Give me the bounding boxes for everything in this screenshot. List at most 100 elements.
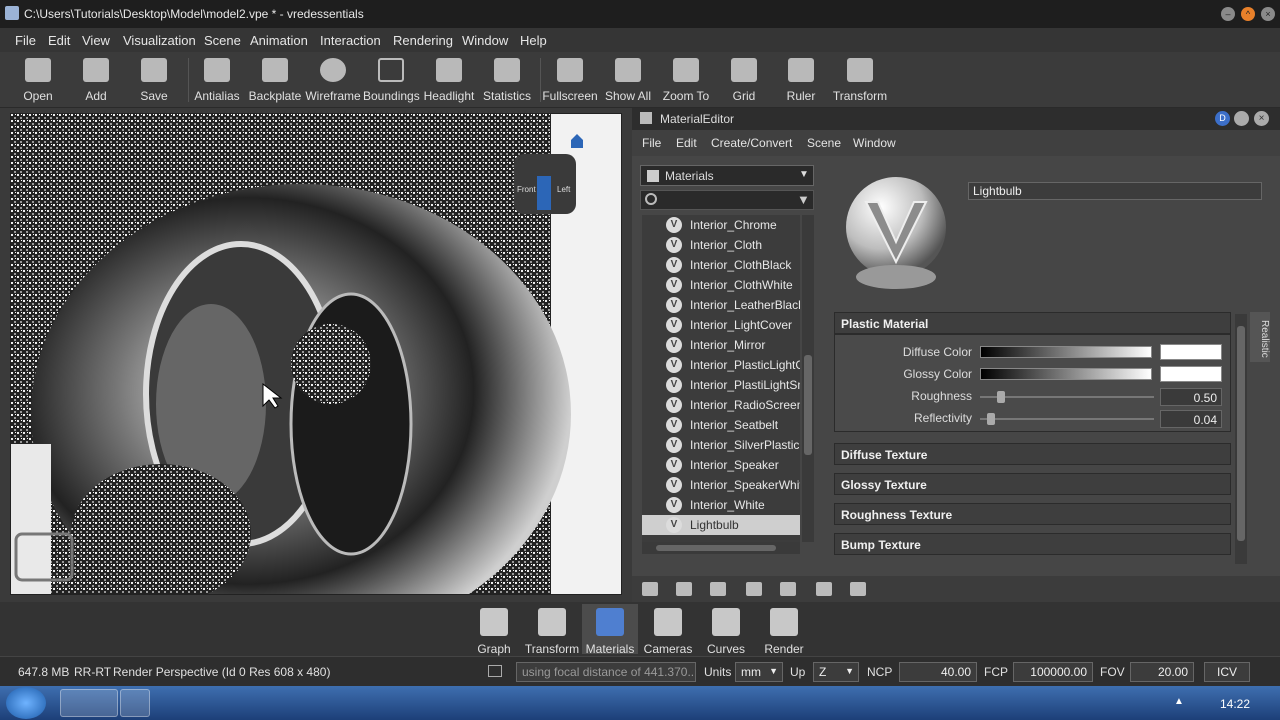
tray-chevron-icon[interactable]: ▲ [1174, 696, 1184, 707]
transform-dock-button[interactable]: Transform [524, 604, 580, 656]
antialias-button[interactable]: Antialias [189, 54, 245, 104]
boundings-button[interactable]: Boundings [363, 54, 420, 104]
materials-button[interactable]: Materials [582, 604, 638, 656]
transform-button[interactable]: Transform [832, 54, 888, 104]
list-item[interactable]: V Interior_PlasticLightG [642, 355, 800, 375]
statistics-button[interactable]: Statistics [479, 54, 535, 104]
roughness-value[interactable]: 0.50 [1160, 388, 1222, 406]
list-item[interactable]: V Interior_SilverPlasticS [642, 435, 800, 455]
close-icon[interactable]: × [1261, 7, 1275, 21]
menu-scene[interactable]: Scene [204, 33, 241, 48]
find-icon[interactable] [746, 582, 762, 596]
taskbar-app-vred[interactable] [60, 689, 118, 717]
list-item[interactable]: V Interior_Cloth [642, 235, 800, 255]
list-item[interactable]: V Interior_Mirror [642, 335, 800, 355]
glossy-color-swatch[interactable] [1160, 366, 1222, 382]
roughness-slider[interactable] [980, 391, 1154, 403]
headlight-button[interactable]: Headlight [421, 54, 477, 104]
maximize-icon[interactable]: ^ [1241, 7, 1255, 21]
filter-icon[interactable]: ▼ [797, 192, 810, 207]
folder-icon[interactable] [780, 582, 796, 596]
materials-selector[interactable]: Materials ▼ [640, 165, 814, 186]
matmenu-file[interactable]: File [642, 136, 661, 150]
cameras-button[interactable]: Cameras [640, 604, 696, 656]
menu-rendering[interactable]: Rendering [393, 33, 453, 48]
material-name-input[interactable]: Lightbulb [968, 182, 1262, 200]
panel-close-icon[interactable]: × [1254, 111, 1269, 126]
list-item[interactable]: V Interior_ClothBlack [642, 255, 800, 275]
ncp-input[interactable]: 40.00 [899, 662, 977, 682]
roughness-slider-knob[interactable] [996, 391, 1005, 403]
list-item[interactable]: V Interior_RadioScreen [642, 395, 800, 415]
material-list-scrollbar[interactable] [802, 215, 814, 542]
properties-scrollbar-thumb[interactable] [1237, 326, 1245, 541]
render-button[interactable]: Render [756, 604, 812, 656]
backplate-button[interactable]: Backplate [247, 54, 303, 104]
list-item-selected[interactable]: V Lightbulb [642, 515, 800, 535]
list-item[interactable]: V Interior_PlastiLightSm [642, 375, 800, 395]
reflectivity-slider-knob[interactable] [986, 413, 995, 425]
menu-help[interactable]: Help [520, 33, 547, 48]
apply-icon[interactable] [816, 582, 832, 596]
tree-icon[interactable] [710, 582, 726, 596]
menu-window[interactable]: Window [462, 33, 508, 48]
menu-animation[interactable]: Animation [250, 33, 308, 48]
fullscreen-button[interactable]: Fullscreen [542, 54, 598, 104]
matmenu-window[interactable]: Window [853, 136, 896, 150]
list-item[interactable]: V Interior_LeatherBlack [642, 295, 800, 315]
diffuse-color-swatch[interactable] [1160, 344, 1222, 360]
realistic-tab[interactable]: Realistic [1250, 312, 1270, 362]
list-item[interactable]: V Interior_Chrome [642, 215, 800, 235]
up-axis-select[interactable]: Z ▼ [813, 662, 859, 682]
wireframe-button[interactable]: Wireframe [305, 54, 361, 104]
ruler-button[interactable]: Ruler [773, 54, 829, 104]
plastic-material-header[interactable]: Plastic Material [834, 312, 1231, 334]
curves-button[interactable]: Curves [698, 604, 754, 656]
glossy-color-gradient[interactable] [980, 368, 1152, 380]
scrollbar-thumb[interactable] [804, 355, 812, 455]
list-item[interactable]: V Interior_Seatbelt [642, 415, 800, 435]
matmenu-create-convert[interactable]: Create/Convert [711, 136, 792, 150]
console-icon[interactable] [488, 665, 502, 677]
reflectivity-value[interactable]: 0.04 [1160, 410, 1222, 428]
list-item[interactable]: V Interior_LightCover [642, 315, 800, 335]
list-item[interactable]: V Interior_ClothWhite [642, 275, 800, 295]
reflectivity-slider[interactable] [980, 413, 1154, 425]
list-item[interactable]: V Interior_White [642, 495, 800, 515]
material-search-input[interactable]: ▼ [640, 190, 814, 210]
material-list-hscrollbar[interactable] [642, 542, 800, 554]
forward-icon[interactable] [1234, 111, 1249, 126]
menu-edit[interactable]: Edit [48, 33, 70, 48]
menu-file[interactable]: File [15, 33, 36, 48]
start-button-icon[interactable] [6, 687, 46, 719]
diffuse-color-gradient[interactable] [980, 346, 1152, 358]
add-button[interactable]: Add [68, 54, 124, 104]
units-select[interactable]: mm ▼ [735, 662, 783, 682]
fov-input[interactable]: 20.00 [1130, 662, 1194, 682]
link-icon[interactable] [676, 582, 692, 596]
menu-interaction[interactable]: Interaction [320, 33, 381, 48]
properties-scrollbar[interactable] [1235, 314, 1247, 564]
save-button[interactable]: Save [126, 54, 182, 104]
roughness-texture-header[interactable]: Roughness Texture [834, 503, 1231, 525]
dock-icon[interactable]: D [1215, 111, 1230, 126]
icv-button[interactable]: ICV [1204, 662, 1250, 682]
menu-view[interactable]: View [82, 33, 110, 48]
list-item[interactable]: V Interior_Speaker [642, 455, 800, 475]
taskbar-app-explorer[interactable] [120, 689, 150, 717]
open-button[interactable]: Open [10, 54, 66, 104]
diffuse-texture-header[interactable]: Diffuse Texture [834, 443, 1231, 465]
trash-icon[interactable] [850, 582, 866, 596]
render-viewport[interactable]: Front Left [10, 113, 622, 595]
bump-texture-header[interactable]: Bump Texture [834, 533, 1231, 555]
minimize-icon[interactable]: – [1221, 7, 1235, 21]
zoom-to-button[interactable]: Zoom To [658, 54, 714, 104]
add-icon[interactable] [642, 582, 658, 596]
glossy-texture-header[interactable]: Glossy Texture [834, 473, 1231, 495]
render-canvas[interactable]: Front Left [11, 114, 622, 595]
menu-visualization[interactable]: Visualization [123, 33, 196, 48]
graph-button[interactable]: Graph [466, 604, 522, 656]
show-all-button[interactable]: Show All [600, 54, 656, 104]
list-item[interactable]: V Interior_SpeakerWhit [642, 475, 800, 495]
hscrollbar-thumb[interactable] [656, 545, 776, 551]
